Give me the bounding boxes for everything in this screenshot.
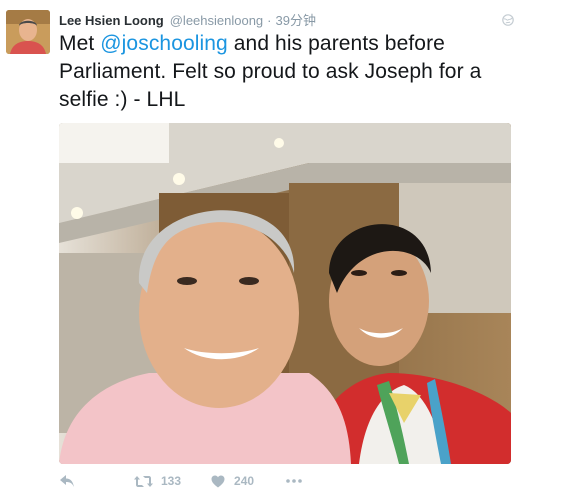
retweet-icon [134, 475, 153, 487]
globe-icon[interactable] [502, 13, 514, 26]
separator: · [267, 13, 272, 28]
reply-button[interactable] [59, 474, 79, 488]
tweet-text: Met @joschooling and his parents before … [59, 30, 529, 114]
tweet-photo[interactable] [59, 123, 511, 464]
avatar[interactable] [6, 10, 50, 54]
author-name[interactable]: Lee Hsien Loong [59, 13, 164, 28]
like-count: 240 [234, 474, 255, 488]
like-button[interactable]: 240 [211, 474, 254, 488]
more-button[interactable] [286, 479, 302, 483]
tweet-actions: 133 240 [59, 470, 302, 492]
tweet-text-start: Met [59, 32, 101, 55]
tweet-header: Lee Hsien Loong @leehsienloong · 39分钟 [59, 10, 316, 30]
heart-icon [211, 475, 225, 487]
retweet-count: 133 [161, 474, 182, 488]
more-icon [286, 479, 302, 483]
retweet-button[interactable]: 133 [134, 474, 181, 488]
timestamp[interactable]: 39分钟 [276, 10, 316, 29]
mention-link[interactable]: @joschooling [100, 32, 228, 55]
author-handle[interactable]: @leehsienloong [170, 13, 263, 28]
reply-icon [60, 475, 74, 487]
tweet: Lee Hsien Loong @leehsienloong · 39分钟 Me… [0, 0, 562, 496]
